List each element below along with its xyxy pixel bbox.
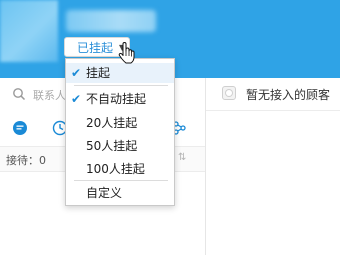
reception-count: 接待：0	[6, 154, 46, 167]
search-icon	[13, 88, 26, 101]
toggle-icon[interactable]	[222, 86, 236, 100]
chat-icon[interactable]	[12, 120, 28, 136]
menu-item-label: 挂起	[86, 66, 111, 80]
workbench-window: 已挂起 ▼ 联系人 接待：0 ⇅ 暂无接入的顾客 ✔ 挂起 ✔ 不自动挂起 20…	[0, 0, 340, 255]
menu-item-label: 100人挂起	[86, 162, 145, 176]
avatar[interactable]	[0, 0, 58, 62]
status-dropdown-label: 已挂起	[77, 40, 114, 55]
hand-cursor-icon	[118, 42, 135, 64]
user-name-blurred	[66, 10, 156, 32]
check-icon: ✔	[71, 92, 82, 106]
waiting-customers-bar: 暂无接入的顾客	[206, 78, 340, 111]
menu-item-suspend[interactable]: ✔ 挂起	[66, 63, 174, 83]
search-input[interactable]: 联系人	[33, 87, 66, 103]
menu-item-20-suspend[interactable]: 20人挂起	[66, 113, 174, 133]
menu-item-label: 20人挂起	[86, 116, 138, 130]
menu-item-100-suspend[interactable]: 100人挂起	[66, 159, 174, 179]
menu-separator	[74, 180, 168, 181]
menu-item-50-suspend[interactable]: 50人挂起	[66, 136, 174, 156]
sort-icon[interactable]: ⇅	[178, 152, 186, 163]
menu-item-label: 不自动挂起	[86, 92, 147, 106]
menu-item-no-auto-suspend[interactable]: ✔ 不自动挂起	[66, 89, 174, 109]
status-menu: ✔ 挂起 ✔ 不自动挂起 20人挂起 50人挂起 100人挂起 自定义	[65, 58, 175, 206]
menu-separator	[74, 85, 168, 86]
check-icon: ✔	[71, 66, 82, 80]
menu-item-label: 50人挂起	[86, 139, 138, 153]
menu-item-custom[interactable]: 自定义	[66, 183, 174, 203]
no-customers-label: 暂无接入的顾客	[246, 88, 331, 102]
menu-item-label: 自定义	[86, 186, 123, 200]
